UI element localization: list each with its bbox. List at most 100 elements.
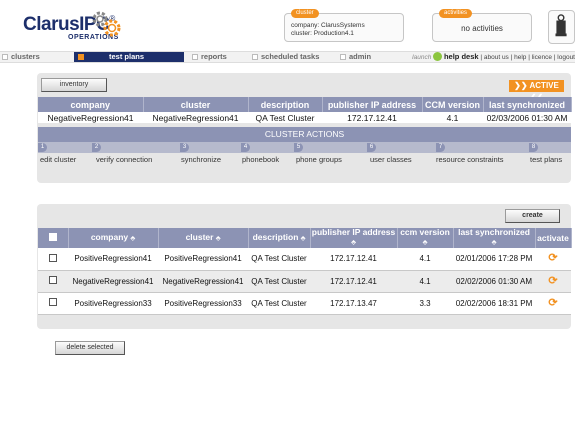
action-resource-constraints[interactable]: resource constraints (436, 155, 504, 164)
inventory-table: company cluster description publisher IP… (38, 97, 572, 123)
action-test-plans[interactable]: test plans (530, 155, 562, 164)
cell-cluster: PositiveRegression33 (158, 292, 248, 315)
activate-cell: ⟳ (535, 292, 571, 315)
cell-company: NegativeRegression41 (68, 270, 158, 293)
action-number: 6 (367, 143, 376, 152)
activities-tag: activities (439, 9, 473, 18)
col-ccm-version[interactable]: ccm version ⬘ (397, 227, 454, 248)
col-publisher-ip[interactable]: publisher IP address ⬘ (310, 227, 398, 248)
action-user-classes[interactable]: user classes (370, 155, 412, 164)
cluster-actions-number-bar: 1 2 3 4 5 6 7 8 (38, 142, 571, 153)
about-us-link[interactable]: about us (484, 54, 509, 61)
action-number: 7 (436, 143, 445, 152)
inventory-button[interactable]: inventory (41, 78, 107, 92)
refresh-icon[interactable]: ⟳ (548, 297, 557, 309)
header-label: publisher IP address (311, 227, 396, 237)
sort-icon: ⬘ (215, 235, 221, 242)
col-last-synchronized: last synchronized (483, 97, 572, 112)
lock-button[interactable] (548, 10, 575, 44)
row-checkbox[interactable] (49, 298, 57, 306)
sort-icon: ⬘ (351, 240, 356, 246)
lock-icon (555, 14, 567, 37)
action-number: 2 (92, 143, 101, 152)
cell-sync: 02/01/2006 17:28 PM (453, 248, 535, 271)
cell-description: QA Test Cluster (248, 270, 310, 293)
table-row: NegativeRegression41 NegativeRegression4… (38, 270, 571, 293)
cell-ip: 172.17.12.41 (310, 270, 397, 293)
activities-value: no activities (461, 24, 503, 33)
action-phone-groups[interactable]: phone groups (296, 155, 342, 164)
tab-checkbox (192, 54, 198, 60)
table-row: PositiveRegression41 PositiveRegression4… (38, 248, 571, 271)
refresh-icon[interactable]: ⟳ (548, 252, 557, 264)
tab-label: scheduled tasks (261, 52, 320, 61)
logout-link[interactable]: logout (557, 54, 575, 61)
row-checkbox[interactable] (49, 253, 57, 262)
delete-selected-button[interactable]: delete selected (55, 341, 125, 355)
col-last-synchronized[interactable]: last synchronized ⬘ (453, 227, 536, 248)
col-ccm-version: CCM version (422, 97, 484, 112)
cluster-name: cluster: Production4.1 (291, 30, 354, 37)
tab-clusters[interactable]: clusters (0, 52, 72, 62)
cell-sync: 02/02/2006 18:31 PM (453, 292, 535, 315)
active-label: ACTIVE (529, 81, 559, 90)
tab-test-plans[interactable]: test plans (74, 52, 184, 62)
active-status-badge: ❯❯ ACTIVE ❮❮ (509, 80, 564, 102)
sort-icon: ⬘ (300, 235, 306, 242)
cluster-actions-title: CLUSTER ACTIONS (38, 127, 571, 142)
refresh-icon[interactable]: ⟳ (548, 275, 557, 287)
help-link[interactable]: help (514, 54, 526, 61)
tab-label: reports (201, 52, 227, 61)
action-number: 3 (180, 143, 189, 152)
gear-icon (92, 11, 121, 37)
col-cluster[interactable]: cluster ⬘ (158, 228, 249, 248)
cluster-company: company: ClarusSystems (291, 22, 365, 29)
select-all-checkbox[interactable] (48, 233, 57, 241)
cell-sync: 02/03/2006 01:30 AM (483, 112, 571, 123)
top-links: launch help desk | about us | help | lic… (412, 52, 575, 61)
action-number: 4 (241, 143, 250, 152)
action-synchronize[interactable]: synchronize (181, 155, 221, 164)
licence-link[interactable]: licence (532, 54, 552, 61)
sort-icon: ⬘ (491, 240, 497, 246)
col-cluster: cluster (143, 97, 249, 112)
cell-ip: 172.17.12.41 (310, 248, 397, 271)
help-desk-link[interactable]: help desk (444, 52, 479, 61)
action-verify-connection[interactable]: verify connection (96, 155, 152, 164)
cell-cluster: PositiveRegression41 (158, 248, 248, 271)
create-button[interactable]: create (505, 209, 560, 223)
activities-box[interactable]: activities no activities (432, 9, 532, 42)
inventory-header-row: company cluster description publisher IP… (38, 97, 572, 112)
tab-reports[interactable]: reports (192, 52, 252, 62)
cell-sync: 02/02/2006 01:30 AM (453, 270, 535, 293)
cell-description: QA Test Cluster (248, 292, 310, 315)
header-label: last synchronized (458, 227, 530, 237)
header-label: ccm version (400, 227, 450, 237)
tab-checkbox (2, 54, 8, 60)
action-edit-cluster[interactable]: edit cluster (40, 155, 76, 164)
main-nav: clusters test plans reports scheduled ta… (0, 51, 575, 63)
col-description: description (248, 97, 323, 112)
header-label: cluster (185, 231, 214, 242)
row-checkbox[interactable] (49, 276, 57, 284)
cell-ccm: 3.3 (397, 292, 453, 315)
action-phonebook[interactable]: phonebook (242, 155, 279, 164)
cell-company: NegativeRegression41 (38, 112, 143, 123)
tab-label: admin (349, 52, 372, 61)
select-all-cell (38, 228, 69, 248)
col-description[interactable]: description ⬘ (248, 228, 311, 248)
cell-ccm: 4.1 (397, 270, 453, 293)
row-select-cell (38, 248, 68, 271)
activate-cell: ⟳ (535, 248, 571, 271)
cluster-info-box: cluster company: ClarusSystems cluster: … (284, 9, 404, 42)
action-number: 5 (294, 143, 303, 152)
table-row: PositiveRegression33 PositiveRegression3… (38, 292, 571, 315)
cell-description: QA Test Cluster (248, 112, 322, 123)
col-company[interactable]: company ⬘ (68, 228, 159, 248)
inventory-row: NegativeRegression41 NegativeRegression4… (38, 112, 571, 123)
active-prefix: ❯❯ (514, 81, 528, 90)
tab-checkbox (252, 54, 258, 60)
cell-company: PositiveRegression41 (68, 248, 158, 271)
tab-admin[interactable]: admin (340, 52, 396, 62)
tab-scheduled-tasks[interactable]: scheduled tasks (252, 52, 336, 62)
